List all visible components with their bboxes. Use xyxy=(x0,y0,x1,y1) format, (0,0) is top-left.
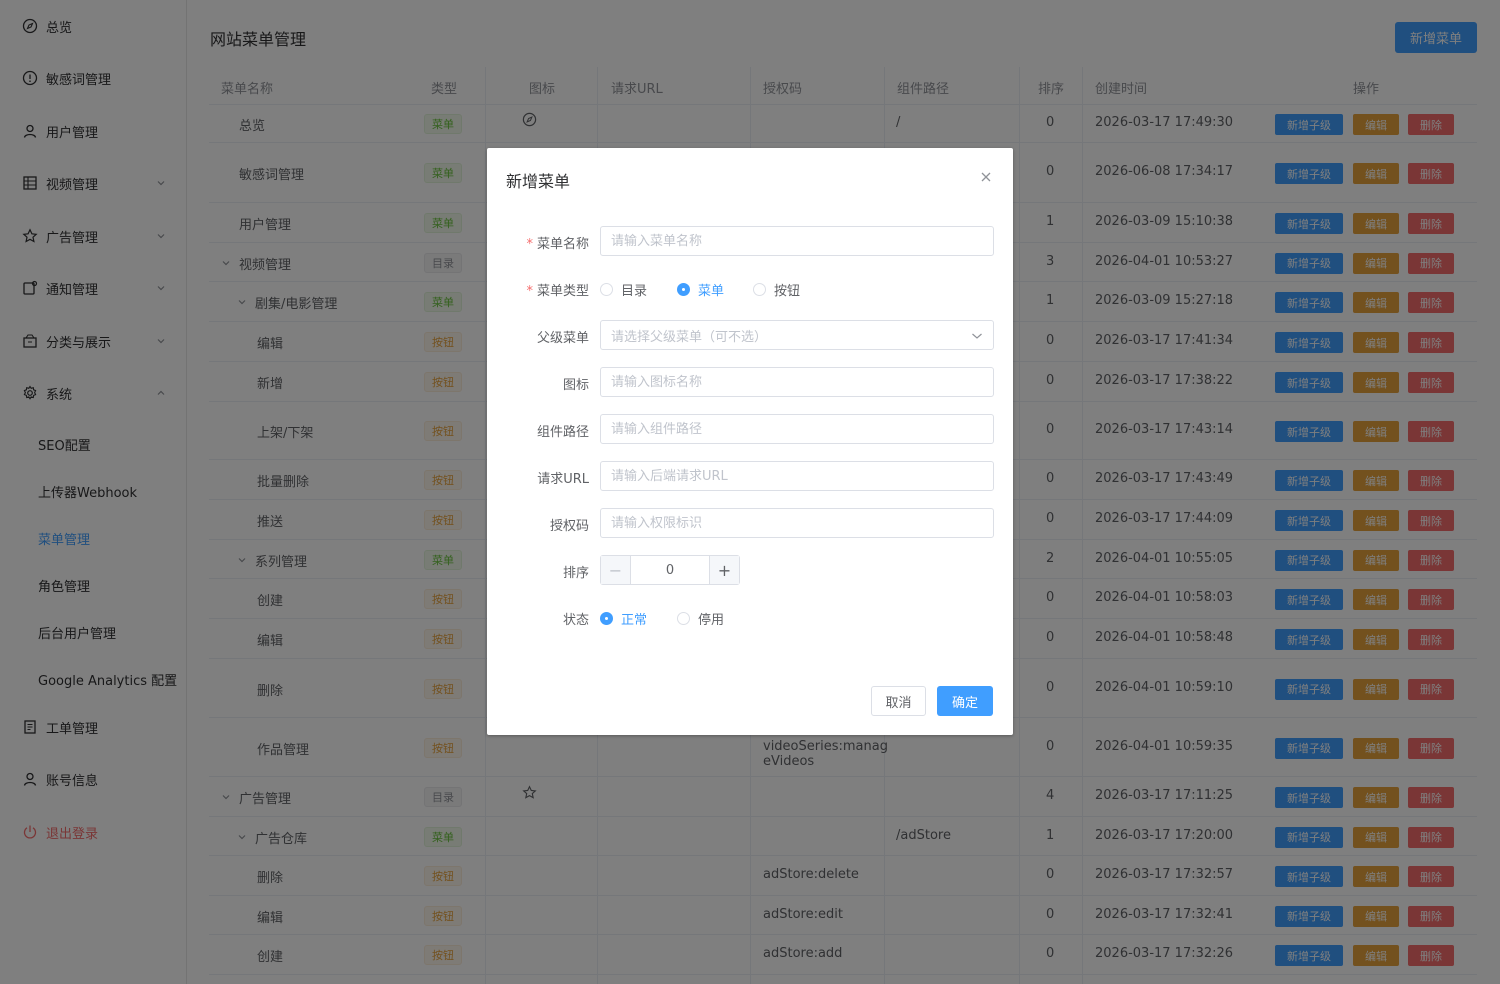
url-label: 请求URL xyxy=(537,472,589,487)
menu-name-input[interactable] xyxy=(600,226,994,256)
chevron-down-icon xyxy=(972,333,982,339)
type-label: * 菜单类型 xyxy=(526,284,589,299)
parent-menu-select[interactable]: 请选择父级菜单（可不选） xyxy=(600,320,994,350)
close-icon[interactable] xyxy=(979,170,993,184)
radio-status-normal[interactable]: 正常 xyxy=(600,609,647,628)
cancel-button[interactable]: 取消 xyxy=(871,686,926,716)
confirm-button[interactable]: 确定 xyxy=(937,686,993,716)
icon-input[interactable] xyxy=(600,367,994,397)
dialog-title: 新增菜单 xyxy=(506,172,571,191)
status-label: 状态 xyxy=(562,613,589,628)
order-label: 排序 xyxy=(562,566,589,581)
request-url-input[interactable] xyxy=(600,461,994,491)
component-label: 组件路径 xyxy=(536,425,589,440)
radio-type-button[interactable]: 按钮 xyxy=(753,280,800,299)
decrement-button[interactable]: − xyxy=(601,556,631,584)
radio-type-menu[interactable]: 菜单 xyxy=(677,280,724,299)
name-label: * 菜单名称 xyxy=(526,237,589,252)
parent-menu-placeholder: 请选择父级菜单（可不选） xyxy=(611,329,768,345)
parent-label: 父级菜单 xyxy=(536,331,589,346)
component-path-input[interactable] xyxy=(600,414,994,444)
add-menu-dialog: 新增菜单 *菜单名称 *菜单类型 目录 菜单 按钮 父级菜单 请选择父级菜单（可… xyxy=(487,148,1013,735)
order-value[interactable]: 0 xyxy=(631,556,709,584)
increment-button[interactable]: + xyxy=(709,556,739,584)
order-stepper: − 0 + xyxy=(600,555,740,585)
perm-label: 授权码 xyxy=(549,519,589,534)
radio-type-directory[interactable]: 目录 xyxy=(600,280,647,299)
permission-code-input[interactable] xyxy=(600,508,994,538)
radio-status-disabled[interactable]: 停用 xyxy=(677,609,724,628)
icon-label: 图标 xyxy=(562,378,589,393)
